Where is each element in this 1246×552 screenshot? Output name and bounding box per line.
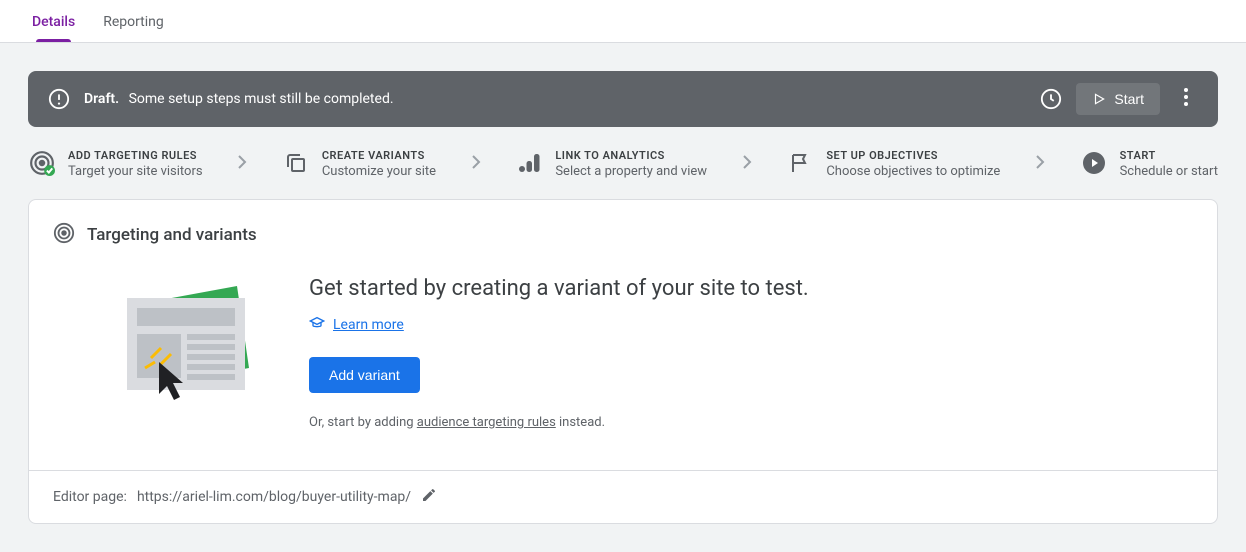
edit-icon[interactable]: [421, 487, 437, 507]
chevron-right-icon: [736, 154, 758, 174]
chevron-right-icon: [465, 154, 487, 174]
alert-icon: [48, 88, 70, 110]
targeting-variants-card: Targeting and variants: [28, 199, 1218, 524]
status-text: Draft. Some setup steps must still be co…: [84, 91, 1026, 107]
step-subtitle: Select a property and view: [555, 164, 707, 179]
step-subtitle: Schedule or start: [1120, 164, 1218, 179]
step-subtitle: Customize your site: [322, 164, 436, 179]
step-subtitle: Target your site visitors: [68, 164, 203, 179]
editor-page-url: https://ariel-lim.com/blog/buyer-utility…: [137, 489, 411, 505]
audience-targeting-link[interactable]: audience targeting rules: [417, 415, 556, 430]
flag-icon: [786, 149, 814, 177]
step-start[interactable]: START Schedule or start: [1080, 149, 1218, 179]
status-message: Some setup steps must still be completed…: [129, 91, 394, 107]
cta: Get started by creating a variant of you…: [309, 276, 809, 430]
play-circle-icon: [1080, 149, 1108, 177]
editor-page-label: Editor page:: [53, 489, 127, 505]
tab-details[interactable]: Details: [18, 0, 89, 42]
card-body: Get started by creating a variant of you…: [29, 248, 1217, 470]
variant-illustration: [109, 276, 269, 406]
alt-suffix: instead.: [556, 415, 605, 430]
start-button[interactable]: Start: [1076, 83, 1160, 115]
step-set-objectives[interactable]: SET UP OBJECTIVES Choose objectives to o…: [786, 149, 1000, 179]
tab-reporting[interactable]: Reporting: [89, 0, 178, 42]
alt-prefix: Or, start by adding: [309, 415, 417, 430]
target-icon: [28, 149, 56, 177]
target-icon: [53, 222, 75, 248]
setup-steps: ADD TARGETING RULES Target your site vis…: [28, 127, 1218, 199]
chevron-right-icon: [1029, 154, 1051, 174]
history-icon[interactable]: [1040, 88, 1062, 110]
card-header: Targeting and variants: [29, 200, 1217, 248]
graduation-cap-icon: [309, 315, 325, 335]
copy-icon: [282, 149, 310, 177]
step-subtitle: Choose objectives to optimize: [826, 164, 1000, 179]
card-footer: Editor page: https://ariel-lim.com/blog/…: [29, 470, 1217, 523]
step-link-analytics[interactable]: LINK TO ANALYTICS Select a property and …: [515, 149, 707, 179]
step-title: LINK TO ANALYTICS: [555, 149, 707, 162]
chevron-right-icon: [231, 154, 253, 174]
draft-label: Draft.: [84, 91, 119, 107]
status-bar: Draft. Some setup steps must still be co…: [28, 71, 1218, 127]
content-area: Draft. Some setup steps must still be co…: [0, 43, 1246, 552]
add-variant-button[interactable]: Add variant: [309, 357, 420, 393]
step-title: SET UP OBJECTIVES: [826, 149, 1000, 162]
step-title: START: [1120, 149, 1218, 162]
start-label: Start: [1114, 91, 1144, 107]
analytics-icon: [515, 149, 543, 177]
step-targeting-rules[interactable]: ADD TARGETING RULES Target your site vis…: [28, 149, 203, 179]
card-title: Targeting and variants: [87, 225, 257, 245]
learn-more-link[interactable]: Learn more: [333, 317, 404, 333]
step-title: CREATE VARIANTS: [322, 149, 436, 162]
more-icon[interactable]: [1174, 88, 1198, 111]
tabs: Details Reporting: [0, 0, 1246, 43]
cta-title: Get started by creating a variant of you…: [309, 276, 809, 301]
step-create-variants[interactable]: CREATE VARIANTS Customize your site: [282, 149, 436, 179]
step-title: ADD TARGETING RULES: [68, 149, 203, 162]
alt-start-text: Or, start by adding audience targeting r…: [309, 415, 809, 430]
